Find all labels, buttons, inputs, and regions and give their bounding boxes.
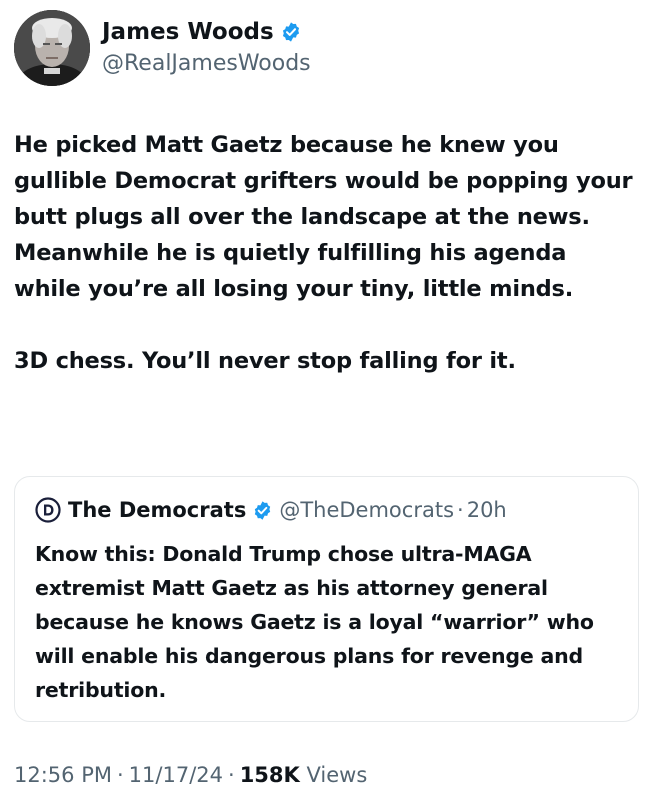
democrats-logo-icon [35,497,61,523]
quote-handle[interactable]: @TheDemocrats [279,498,454,522]
views-label: Views [306,763,368,787]
tweet-meta: 12:56 PM · 11/17/24 · 158K Views [14,760,367,790]
tweet: James Woods @RealJamesWoods He picked Ma… [0,0,654,800]
quote-header: The Democrats @TheDemocrats · 20h [35,497,507,523]
quote-timestamp[interactable]: 20h [467,498,507,522]
tweet-header: James Woods @RealJamesWoods [14,8,311,88]
handle[interactable]: @RealJamesWoods [102,49,311,79]
author-names: James Woods @RealJamesWoods [102,17,311,79]
views-count[interactable]: 158K [240,763,300,787]
quote-text: Know this: Donald Trump chose ultra-MAGA… [35,542,594,702]
tweet-text: He picked Matt Gaetz because he knew you… [14,127,640,379]
quote-separator: · [457,498,464,522]
display-name-row: James Woods [102,17,311,47]
quote-display-name[interactable]: The Democrats [68,498,246,522]
verified-badge-icon [255,500,271,520]
tweet-time[interactable]: 12:56 PM [14,763,112,787]
tweet-paragraph: 3D chess. You’ll never stop falling for … [14,348,516,374]
tweet-date[interactable]: 11/17/24 [129,763,223,787]
tweet-paragraph: He picked Matt Gaetz because he knew you… [14,132,633,302]
quoted-tweet[interactable]: The Democrats @TheDemocrats · 20h Know t… [14,476,639,722]
avatar[interactable] [14,10,90,86]
verified-badge-icon [282,22,299,42]
person-photo-icon [14,10,90,86]
meta-separator: · [228,763,235,787]
meta-separator: · [116,763,124,787]
display-name[interactable]: James Woods [102,17,274,47]
